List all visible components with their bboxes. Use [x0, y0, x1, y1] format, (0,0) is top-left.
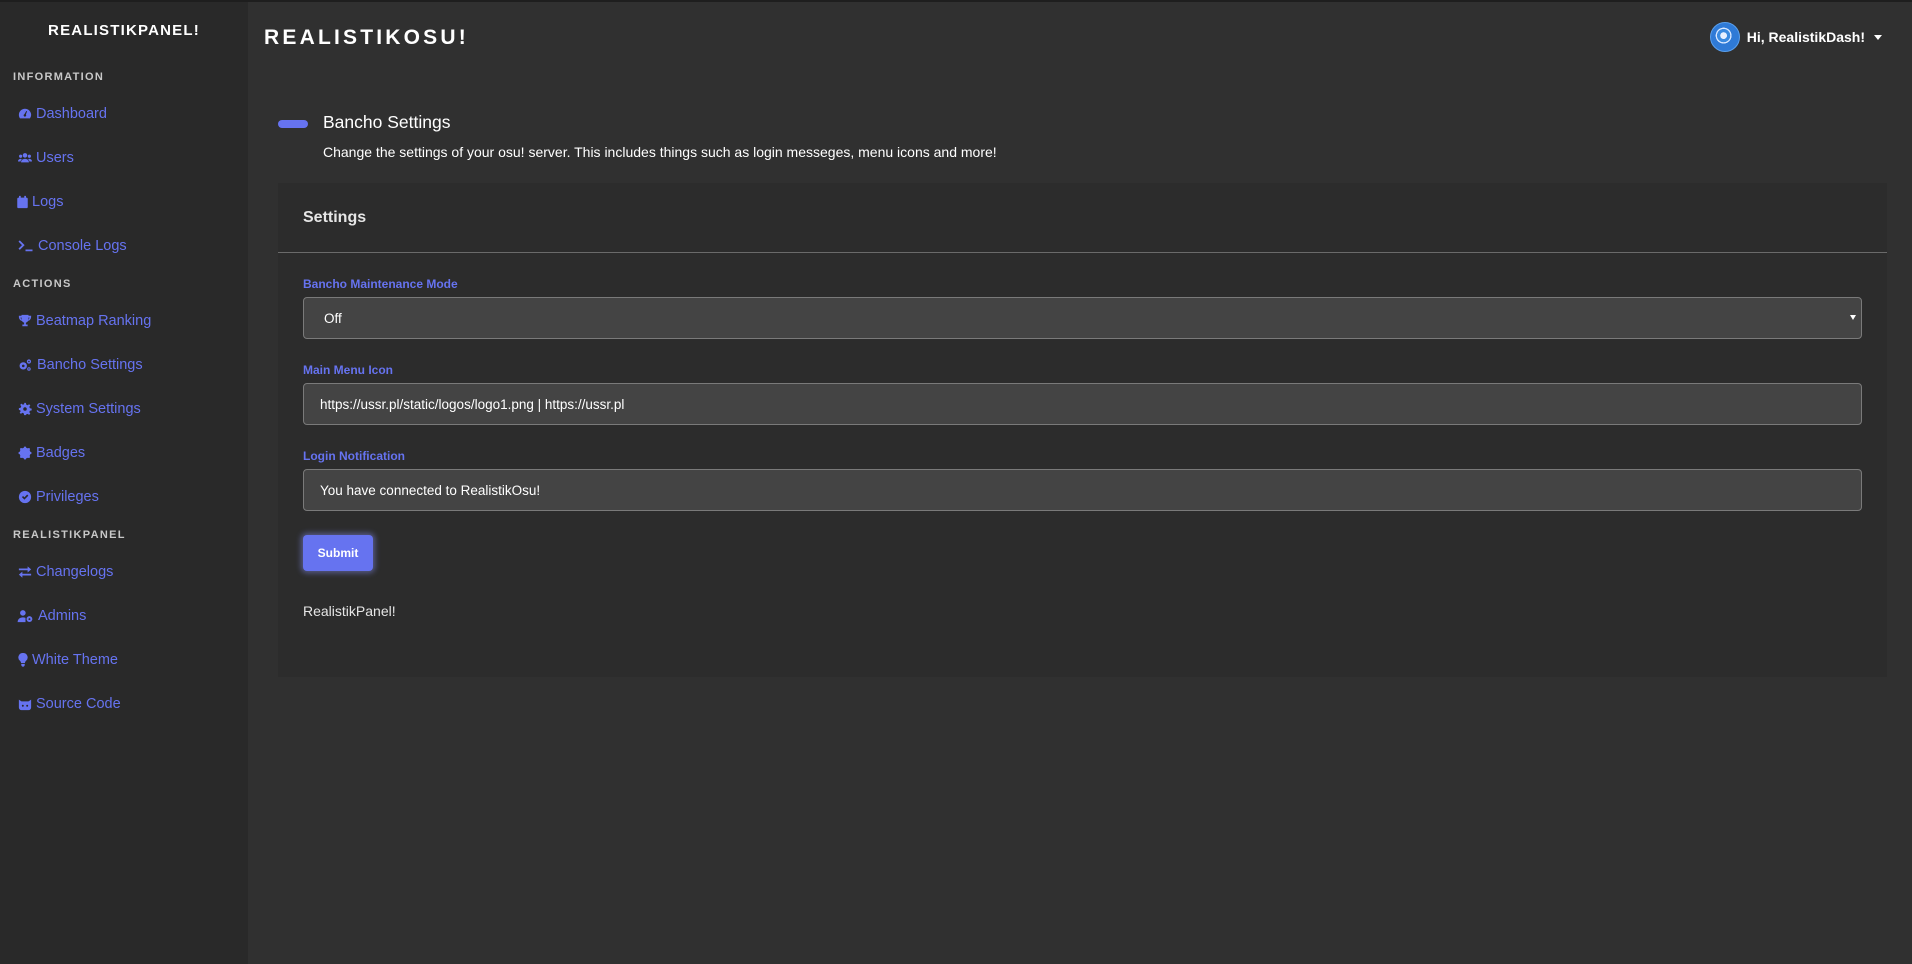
sidebar-item-logs[interactable]: Logs: [0, 180, 248, 224]
select-arrow-icon: [1850, 315, 1856, 320]
main-menu-icon-input[interactable]: https://ussr.pl/static/logos/logo1.png |…: [303, 383, 1862, 425]
sidebar-item-beatmap-ranking[interactable]: Beatmap Ranking: [0, 299, 248, 343]
settings-card: Settings Bancho Maintenance Mode Off Mai…: [278, 183, 1887, 677]
main-content: REALISTIKOSU! Hi, RealistikDash! Bancho …: [248, 2, 1912, 964]
check-circle-icon: [17, 490, 32, 504]
sidebar-item-label: White Theme: [32, 652, 118, 668]
sidebar-item-label: Badges: [36, 445, 86, 461]
login-notification-value: You have connected to RealistikOsu!: [320, 482, 541, 498]
terminal-icon: [17, 239, 34, 253]
cogs-icon: [17, 358, 33, 372]
sidebar-item-label: System Settings: [36, 401, 141, 417]
sidebar-item-dashboard[interactable]: Dashboard: [0, 92, 248, 136]
card-title: Settings: [278, 183, 1887, 253]
sidebar: REALISTIKPANEL! INFORMATION Dashboard Us…: [0, 2, 248, 964]
cog-icon: [17, 402, 32, 416]
trophy-icon: [17, 314, 32, 328]
sidebar-item-admins[interactable]: Admins: [0, 594, 248, 638]
sidebar-item-system-settings[interactable]: System Settings: [0, 387, 248, 431]
submit-button[interactable]: Submit: [303, 535, 373, 571]
section-title-realistikpanel: REALISTIKPANEL: [13, 529, 126, 541]
sidebar-item-label: Beatmap Ranking: [36, 313, 152, 329]
users-icon: [17, 151, 32, 165]
sidebar-item-console-logs[interactable]: Console Logs: [0, 224, 248, 268]
certificate-icon: [17, 446, 32, 460]
sidebar-item-label: Console Logs: [38, 238, 127, 254]
maintenance-mode-value: Off: [324, 310, 342, 326]
sidebar-brand[interactable]: REALISTIKPANEL!: [0, 22, 248, 42]
user-menu[interactable]: Hi, RealistikDash!: [1709, 22, 1882, 52]
maintenance-mode-label: Bancho Maintenance Mode: [303, 277, 458, 291]
section-title-actions: ACTIONS: [13, 278, 72, 290]
page-title: Bancho Settings: [323, 112, 451, 132]
sidebar-item-label: Admins: [38, 608, 87, 624]
sidebar-item-source-code[interactable]: Source Code: [0, 682, 248, 726]
sidebar-item-privileges[interactable]: Privileges: [0, 475, 248, 519]
title-accent-pill: [278, 120, 308, 128]
user-greeting: Hi, RealistikDash!: [1746, 29, 1865, 45]
lightbulb-icon: [17, 653, 28, 667]
sidebar-item-label: Logs: [32, 194, 64, 210]
sidebar-item-label: Privileges: [36, 489, 99, 505]
sidebar-item-users[interactable]: Users: [0, 136, 248, 180]
sidebar-item-changelogs[interactable]: Changelogs: [0, 550, 248, 594]
caret-down-icon: [1874, 34, 1882, 40]
exchange-icon: [17, 565, 32, 579]
page-description: Change the settings of your osu! server.…: [323, 144, 997, 160]
user-cog-icon: [17, 609, 34, 623]
login-notification-input[interactable]: You have connected to RealistikOsu!: [303, 469, 1862, 511]
sidebar-item-label: Users: [36, 150, 74, 166]
sidebar-item-label: Bancho Settings: [37, 357, 143, 373]
section-title-information: INFORMATION: [13, 71, 105, 83]
main-menu-icon-label: Main Menu Icon: [303, 363, 393, 377]
tachometer-icon: [17, 107, 32, 121]
sidebar-item-white-theme[interactable]: White Theme: [0, 638, 248, 682]
sidebar-item-badges[interactable]: Badges: [0, 431, 248, 475]
maintenance-mode-select[interactable]: Off: [303, 297, 1862, 339]
sidebar-item-bancho-settings[interactable]: Bancho Settings: [0, 343, 248, 387]
avatar: [1709, 22, 1740, 52]
sidebar-item-label: Changelogs: [36, 564, 114, 580]
sidebar-item-label: Dashboard: [36, 106, 107, 122]
github-icon: [17, 697, 32, 711]
app-title[interactable]: REALISTIKOSU!: [264, 26, 469, 50]
main-menu-icon-value: https://ussr.pl/static/logos/logo1.png |…: [320, 396, 625, 412]
sidebar-item-label: Source Code: [36, 696, 121, 712]
card-footer-text: RealistikPanel!: [303, 603, 396, 619]
calendar-icon: [17, 195, 28, 209]
login-notification-label: Login Notification: [303, 449, 405, 463]
